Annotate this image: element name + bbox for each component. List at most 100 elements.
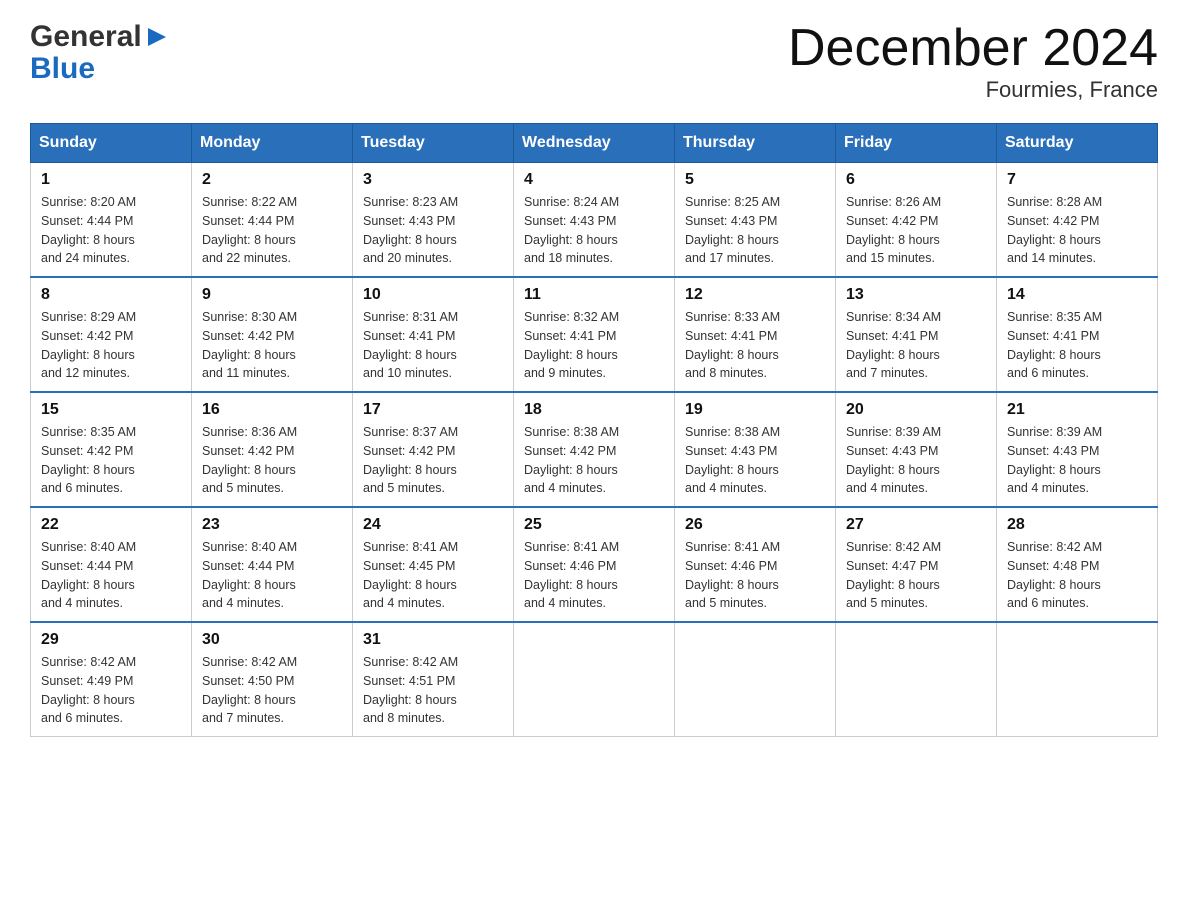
calendar-cell: 13 Sunrise: 8:34 AMSunset: 4:41 PMDayligh… (836, 277, 997, 392)
day-info: Sunrise: 8:26 AMSunset: 4:42 PMDaylight:… (846, 193, 986, 268)
calendar-header-tuesday: Tuesday (353, 124, 514, 163)
calendar-header-friday: Friday (836, 124, 997, 163)
day-info: Sunrise: 8:40 AMSunset: 4:44 PMDaylight:… (41, 538, 181, 613)
day-number: 27 (846, 516, 986, 534)
day-info: Sunrise: 8:38 AMSunset: 4:42 PMDaylight:… (524, 423, 664, 498)
calendar-cell: 1 Sunrise: 8:20 AMSunset: 4:44 PMDaylight… (31, 163, 192, 278)
day-number: 7 (1007, 171, 1147, 189)
day-info: Sunrise: 8:41 AMSunset: 4:45 PMDaylight:… (363, 538, 503, 613)
day-info: Sunrise: 8:42 AMSunset: 4:48 PMDaylight:… (1007, 538, 1147, 613)
logo-blue-text: Blue (30, 54, 95, 84)
day-info: Sunrise: 8:38 AMSunset: 4:43 PMDaylight:… (685, 423, 825, 498)
calendar-cell: 25Sunrise: 8:41 AMSunset: 4:46 PMDayligh… (514, 507, 675, 622)
day-number: 18 (524, 401, 664, 419)
calendar-header-wednesday: Wednesday (514, 124, 675, 163)
day-info: Sunrise: 8:24 AMSunset: 4:43 PMDaylight:… (524, 193, 664, 268)
calendar-header-saturday: Saturday (997, 124, 1158, 163)
day-number: 26 (685, 516, 825, 534)
calendar-cell: 21 Sunrise: 8:39 AMSunset: 4:43 PMDayligh… (997, 392, 1158, 507)
calendar-week-row-5: 29 Sunrise: 8:42 AMSunset: 4:49 PMDayligh… (31, 622, 1158, 737)
day-info: Sunrise: 8:39 AMSunset: 4:43 PMDaylight:… (1007, 423, 1147, 498)
day-info: Sunrise: 8:42 AMSunset: 4:51 PMDaylight:… (363, 653, 503, 728)
day-info: Sunrise: 8:42 AMSunset: 4:49 PMDaylight:… (41, 653, 181, 728)
calendar-cell: 16Sunrise: 8:36 AMSunset: 4:42 PMDayligh… (192, 392, 353, 507)
day-number: 16 (202, 401, 342, 419)
day-info: Sunrise: 8:32 AMSunset: 4:41 PMDaylight:… (524, 308, 664, 383)
day-number: 20 (846, 401, 986, 419)
day-number: 22 (41, 516, 181, 534)
day-info: Sunrise: 8:31 AMSunset: 4:41 PMDaylight:… (363, 308, 503, 383)
calendar-cell: 27 Sunrise: 8:42 AMSunset: 4:47 PMDayligh… (836, 507, 997, 622)
day-number: 15 (41, 401, 181, 419)
logo-row1: General (30, 20, 168, 54)
calendar-cell: 17Sunrise: 8:37 AMSunset: 4:42 PMDayligh… (353, 392, 514, 507)
calendar-cell: 26 Sunrise: 8:41 AMSunset: 4:46 PMDayligh… (675, 507, 836, 622)
calendar-header-row: SundayMondayTuesdayWednesdayThursdayFrid… (31, 124, 1158, 163)
day-info: Sunrise: 8:30 AMSunset: 4:42 PMDaylight:… (202, 308, 342, 383)
day-number: 28 (1007, 516, 1147, 534)
day-info: Sunrise: 8:22 AMSunset: 4:44 PMDaylight:… (202, 193, 342, 268)
calendar-cell: 28 Sunrise: 8:42 AMSunset: 4:48 PMDayligh… (997, 507, 1158, 622)
calendar-cell: 9 Sunrise: 8:30 AMSunset: 4:42 PMDaylight… (192, 277, 353, 392)
day-number: 5 (685, 171, 825, 189)
day-info: Sunrise: 8:42 AMSunset: 4:50 PMDaylight:… (202, 653, 342, 728)
day-number: 3 (363, 171, 503, 189)
day-number: 4 (524, 171, 664, 189)
calendar-cell: 22 Sunrise: 8:40 AMSunset: 4:44 PMDayligh… (31, 507, 192, 622)
calendar-cell (997, 622, 1158, 737)
day-info: Sunrise: 8:41 AMSunset: 4:46 PMDaylight:… (685, 538, 825, 613)
page-header: General Blue December 2024 Fourmies, Fra… (30, 20, 1158, 103)
title-section: December 2024 Fourmies, France (788, 20, 1158, 103)
calendar-cell: 12 Sunrise: 8:33 AMSunset: 4:41 PMDayligh… (675, 277, 836, 392)
day-number: 29 (41, 631, 181, 649)
logo-general-text: General (30, 20, 142, 54)
day-number: 14 (1007, 286, 1147, 304)
day-number: 9 (202, 286, 342, 304)
calendar-header-thursday: Thursday (675, 124, 836, 163)
day-number: 21 (1007, 401, 1147, 419)
day-info: Sunrise: 8:40 AMSunset: 4:44 PMDaylight:… (202, 538, 342, 613)
day-info: Sunrise: 8:23 AMSunset: 4:43 PMDaylight:… (363, 193, 503, 268)
calendar-cell: 2 Sunrise: 8:22 AMSunset: 4:44 PMDaylight… (192, 163, 353, 278)
location-title: Fourmies, France (788, 77, 1158, 103)
day-number: 8 (41, 286, 181, 304)
day-info: Sunrise: 8:42 AMSunset: 4:47 PMDaylight:… (846, 538, 986, 613)
calendar-week-row-3: 15Sunrise: 8:35 AMSunset: 4:42 PMDayligh… (31, 392, 1158, 507)
day-info: Sunrise: 8:35 AMSunset: 4:41 PMDaylight:… (1007, 308, 1147, 383)
calendar-cell: 4 Sunrise: 8:24 AMSunset: 4:43 PMDaylight… (514, 163, 675, 278)
day-number: 12 (685, 286, 825, 304)
calendar-cell: 18 Sunrise: 8:38 AMSunset: 4:42 PMDayligh… (514, 392, 675, 507)
day-info: Sunrise: 8:28 AMSunset: 4:42 PMDaylight:… (1007, 193, 1147, 268)
day-number: 11 (524, 286, 664, 304)
day-info: Sunrise: 8:41 AMSunset: 4:46 PMDaylight:… (524, 538, 664, 613)
calendar-table: SundayMondayTuesdayWednesdayThursdayFrid… (30, 123, 1158, 737)
calendar-cell: 10Sunrise: 8:31 AMSunset: 4:41 PMDayligh… (353, 277, 514, 392)
day-number: 13 (846, 286, 986, 304)
day-number: 1 (41, 171, 181, 189)
calendar-cell: 29 Sunrise: 8:42 AMSunset: 4:49 PMDayligh… (31, 622, 192, 737)
calendar-cell: 3 Sunrise: 8:23 AMSunset: 4:43 PMDaylight… (353, 163, 514, 278)
calendar-cell: 19 Sunrise: 8:38 AMSunset: 4:43 PMDayligh… (675, 392, 836, 507)
month-title: December 2024 (788, 20, 1158, 77)
calendar-cell: 24 Sunrise: 8:41 AMSunset: 4:45 PMDayligh… (353, 507, 514, 622)
calendar-cell: 23 Sunrise: 8:40 AMSunset: 4:44 PMDayligh… (192, 507, 353, 622)
day-number: 23 (202, 516, 342, 534)
logo-arrow-icon (146, 26, 168, 53)
day-info: Sunrise: 8:34 AMSunset: 4:41 PMDaylight:… (846, 308, 986, 383)
calendar-header-sunday: Sunday (31, 124, 192, 163)
calendar-cell: 6Sunrise: 8:26 AMSunset: 4:42 PMDaylight… (836, 163, 997, 278)
day-info: Sunrise: 8:33 AMSunset: 4:41 PMDaylight:… (685, 308, 825, 383)
day-number: 24 (363, 516, 503, 534)
day-info: Sunrise: 8:29 AMSunset: 4:42 PMDaylight:… (41, 308, 181, 383)
day-number: 2 (202, 171, 342, 189)
day-info: Sunrise: 8:20 AMSunset: 4:44 PMDaylight:… (41, 193, 181, 268)
calendar-cell: 31Sunrise: 8:42 AMSunset: 4:51 PMDayligh… (353, 622, 514, 737)
calendar-header-monday: Monday (192, 124, 353, 163)
calendar-cell (514, 622, 675, 737)
calendar-cell: 11 Sunrise: 8:32 AMSunset: 4:41 PMDayligh… (514, 277, 675, 392)
calendar-cell: 5Sunrise: 8:25 AMSunset: 4:43 PMDaylight… (675, 163, 836, 278)
calendar-cell: 30Sunrise: 8:42 AMSunset: 4:50 PMDayligh… (192, 622, 353, 737)
logo: General Blue (30, 20, 168, 84)
calendar-cell: 20Sunrise: 8:39 AMSunset: 4:43 PMDayligh… (836, 392, 997, 507)
day-number: 19 (685, 401, 825, 419)
